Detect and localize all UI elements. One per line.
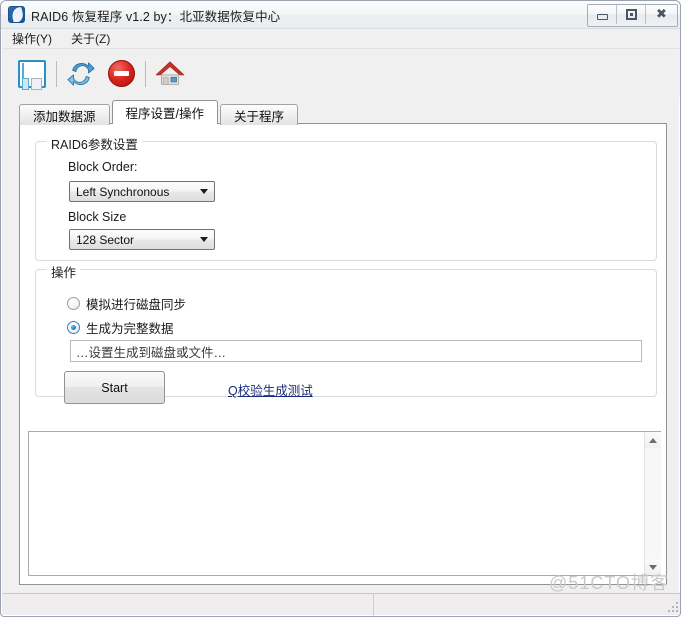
watermark: @51CTO博客 bbox=[549, 573, 669, 593]
maximize-button[interactable] bbox=[617, 5, 646, 24]
refresh-icon bbox=[67, 61, 95, 86]
output-path-input[interactable]: …设置生成到磁盘或文件… bbox=[70, 340, 642, 362]
menu-bar: 操作(Y) 关于(Z) bbox=[2, 29, 680, 49]
start-button[interactable]: Start bbox=[64, 371, 165, 404]
home-icon bbox=[155, 61, 185, 85]
scroll-up-button[interactable] bbox=[644, 432, 661, 448]
operations-group-title: 操作 bbox=[47, 262, 81, 281]
tab-label: 关于程序 bbox=[234, 109, 285, 124]
minimize-icon bbox=[596, 14, 608, 20]
operations-group: 操作 模拟进行磁盘同步 生成为完整数据 …设置生成到磁盘或文件… Start Q… bbox=[35, 262, 657, 404]
title-bar: RAID6 恢复程序 v1.2 by：北亚数据恢复中心 ✖ bbox=[1, 1, 680, 29]
minimize-button[interactable] bbox=[588, 5, 617, 24]
layout-panel-button[interactable] bbox=[12, 54, 52, 94]
tab-bar: 添加数据源 程序设置/操作 关于程序 bbox=[19, 100, 663, 125]
log-scrollbar[interactable] bbox=[644, 432, 661, 575]
close-button[interactable]: ✖ bbox=[646, 5, 677, 24]
app-icon bbox=[8, 6, 25, 23]
tab-about-program[interactable]: 关于程序 bbox=[220, 104, 299, 125]
status-cell-left bbox=[2, 593, 374, 616]
raid-params-group: RAID6参数设置 Block Order: Left Synchronous … bbox=[35, 134, 657, 261]
log-text bbox=[29, 432, 644, 575]
home-button[interactable] bbox=[150, 54, 190, 94]
block-size-label: Block Size bbox=[68, 210, 127, 224]
application-window: RAID6 恢复程序 v1.2 by：北亚数据恢复中心 ✖ 操作(Y) 关于(Z… bbox=[0, 0, 681, 617]
radio-icon-selected bbox=[67, 321, 80, 334]
menu-operation[interactable]: 操作(Y) bbox=[12, 30, 52, 47]
layout-panel-icon bbox=[18, 59, 46, 90]
radio-label: 生成为完整数据 bbox=[86, 322, 174, 336]
radio-icon bbox=[67, 297, 80, 310]
maximize-icon bbox=[625, 9, 637, 20]
q-parity-test-link[interactable]: Q校验生成测试 bbox=[228, 380, 313, 399]
window-title: RAID6 恢复程序 v1.2 by：北亚数据恢复中心 bbox=[31, 10, 281, 24]
block-order-label: Block Order: bbox=[68, 160, 138, 174]
resize-grip-icon[interactable] bbox=[666, 600, 678, 612]
tab-label: 添加数据源 bbox=[33, 109, 96, 124]
chevron-up-icon bbox=[648, 437, 657, 443]
close-icon: ✖ bbox=[656, 7, 667, 22]
block-size-value: 128 Sector bbox=[76, 232, 135, 247]
block-order-value: Left Synchronous bbox=[76, 184, 170, 199]
tab-settings-operations[interactable]: 程序设置/操作 bbox=[111, 100, 218, 125]
toolbar-separator-2 bbox=[145, 60, 146, 87]
status-cell-right bbox=[374, 594, 680, 616]
raid-params-group-title: RAID6参数设置 bbox=[47, 134, 142, 153]
output-path-placeholder: …设置生成到磁盘或文件… bbox=[76, 345, 227, 360]
scrollbar-track[interactable] bbox=[644, 448, 661, 559]
log-output-area[interactable] bbox=[28, 431, 661, 576]
block-order-combobox[interactable]: Left Synchronous bbox=[69, 181, 215, 202]
start-button-label: Start bbox=[101, 380, 128, 395]
stop-button[interactable] bbox=[101, 54, 141, 94]
stop-icon bbox=[107, 60, 135, 87]
tab-label: 程序设置/操作 bbox=[125, 107, 204, 121]
chevron-down-icon bbox=[194, 189, 214, 194]
window-controls: ✖ bbox=[587, 4, 678, 27]
radio-simulate-disk-sync[interactable]: 模拟进行磁盘同步 bbox=[67, 294, 186, 313]
tab-add-data-source[interactable]: 添加数据源 bbox=[19, 104, 110, 125]
chevron-down-icon-2 bbox=[194, 237, 214, 242]
radio-label: 模拟进行磁盘同步 bbox=[86, 298, 187, 312]
status-bar bbox=[2, 593, 680, 616]
block-size-combobox[interactable]: 128 Sector bbox=[69, 229, 215, 250]
toolbar-separator bbox=[56, 60, 57, 87]
radio-generate-full-data[interactable]: 生成为完整数据 bbox=[67, 318, 174, 337]
menu-about[interactable]: 关于(Z) bbox=[71, 30, 110, 47]
refresh-button[interactable] bbox=[61, 54, 101, 94]
toolbar bbox=[2, 50, 680, 97]
